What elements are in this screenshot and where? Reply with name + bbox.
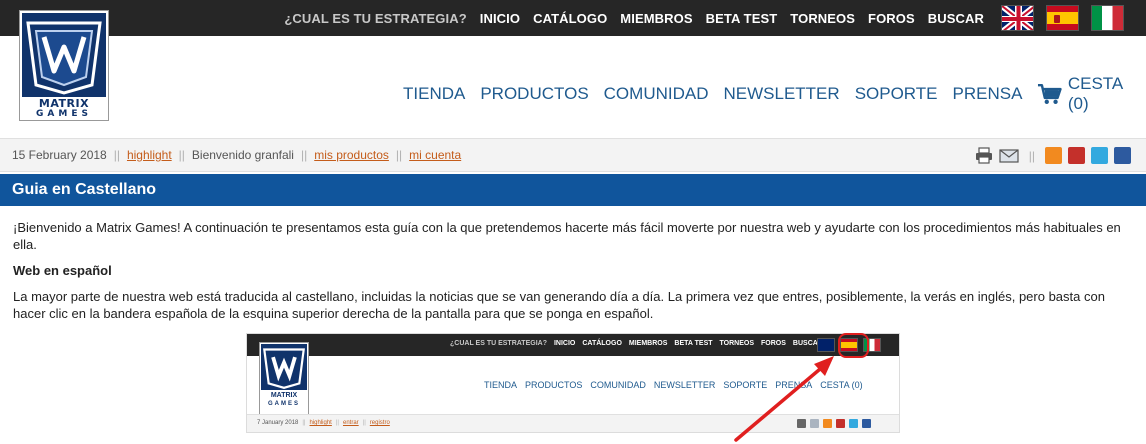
screenshot-nav-item: TORNEOS xyxy=(719,340,755,347)
top-nav-catalogo[interactable]: CATÁLOGO xyxy=(533,11,607,26)
screenshot-logo: MATRIX GAMES xyxy=(259,342,309,416)
tools-icons: || xyxy=(975,147,1131,164)
top-nav-miembros[interactable]: MIEMBROS xyxy=(620,11,692,26)
spain-flag-icon[interactable] xyxy=(1046,5,1079,31)
page-title-bar: Guia en Castellano xyxy=(0,174,1146,206)
current-date: 15 February 2018 xyxy=(12,148,107,162)
separator: || xyxy=(335,420,339,426)
top-nav-buscar[interactable]: BUSCAR xyxy=(928,11,984,26)
main-nav-soporte[interactable]: SOPORTE xyxy=(855,84,938,104)
screenshot-main-nav-item: TIENDA xyxy=(484,380,518,390)
user-links: 15 February 2018 || highlight || Bienven… xyxy=(12,148,461,162)
top-nav-inicio[interactable]: INICIO xyxy=(480,11,520,26)
screenshot-nav-item: FOROS xyxy=(761,340,786,347)
twitter-icon[interactable] xyxy=(1091,147,1108,164)
my-account-link[interactable]: mi cuenta xyxy=(409,148,461,162)
screenshot-enter-link: entrar xyxy=(342,420,359,426)
info-strip: 15 February 2018 || highlight || Bienven… xyxy=(0,138,1146,172)
top-bar: ¿CUAL ES TU ESTRATEGIA? INICIO CATÁLOGO … xyxy=(0,0,1146,36)
highlight-link[interactable]: highlight xyxy=(127,148,172,162)
page-title: Guia en Castellano xyxy=(12,181,157,198)
email-icon[interactable] xyxy=(999,148,1019,164)
screenshot-main-nav-item: COMUNIDAD xyxy=(590,380,646,390)
section-paragraph: La mayor parte de nuestra web está tradu… xyxy=(13,289,1105,321)
print-icon[interactable] xyxy=(975,147,993,164)
screenshot-nav-item: ¿CUAL ES TU ESTRATEGIA? xyxy=(450,340,547,347)
screenshot-date: 7 January 2018 xyxy=(257,420,299,426)
cart-link[interactable]: CESTA (0) xyxy=(1037,74,1146,114)
screenshot-facebook-icon xyxy=(862,419,871,428)
screenshot-main-nav-item: NEWSLETTER xyxy=(653,380,716,390)
screenshot-twitter-icon xyxy=(849,419,858,428)
logo-text-games: GAMES xyxy=(36,109,92,119)
screenshot-nav-item: INICIO xyxy=(553,340,576,347)
screenshot-logo-text: GAMES xyxy=(267,401,300,407)
intro-paragraph: ¡Bienvenido a Matrix Games! A continuaci… xyxy=(13,220,1121,252)
screenshot-logo-text: MATRIX xyxy=(270,392,298,399)
logo-emblem-icon xyxy=(22,13,106,97)
screenshot-main-nav-item: PRODUCTOS xyxy=(525,380,583,390)
top-nav-strategy[interactable]: ¿CUAL ES TU ESTRATEGIA? xyxy=(284,11,466,26)
top-nav-torneos[interactable]: TORNEOS xyxy=(790,11,855,26)
spain-flag-highlight-ring xyxy=(838,333,869,358)
separator: || xyxy=(302,420,306,426)
main-nav-newsletter[interactable]: NEWSLETTER xyxy=(724,84,840,104)
top-nav-beta-test[interactable]: BETA TEST xyxy=(706,11,778,26)
cart-label: CESTA (0) xyxy=(1067,74,1123,113)
separator: || xyxy=(362,420,366,426)
youtube-icon[interactable] xyxy=(1068,147,1085,164)
section-heading: Web en español xyxy=(13,263,112,278)
facebook-icon[interactable] xyxy=(1114,147,1131,164)
separator: || xyxy=(1028,148,1035,163)
screenshot-user-links: 7 January 2018 || highlight || entrar ||… xyxy=(257,420,390,426)
separator: || xyxy=(300,148,308,162)
screenshot-highlight-link: highlight xyxy=(309,420,332,426)
my-products-link[interactable]: mis productos xyxy=(314,148,389,162)
article-content: ¡Bienvenido a Matrix Games! A continuaci… xyxy=(13,219,1133,331)
main-nav-prensa[interactable]: PRENSA xyxy=(953,84,1023,104)
uk-flag-icon[interactable] xyxy=(1001,5,1034,31)
screenshot-logo-emblem-icon xyxy=(261,344,307,390)
screenshot-nav-item: MIEMBROS xyxy=(628,340,668,347)
main-nav-comunidad[interactable]: COMUNIDAD xyxy=(604,84,709,104)
cart-icon xyxy=(1038,83,1063,104)
matrix-games-logo[interactable]: MATRIX GAMES xyxy=(19,10,109,121)
annotation-arrow-icon xyxy=(734,356,834,442)
main-nav: TIENDA PRODUCTOS COMUNIDAD NEWSLETTER SO… xyxy=(403,74,1146,114)
separator: || xyxy=(113,148,120,162)
separator: || xyxy=(395,148,403,162)
screenshot-top-nav: ¿CUAL ES TU ESTRATEGIA? INICIO CATÁLOGO … xyxy=(450,340,830,347)
top-nav: ¿CUAL ES TU ESTRATEGIA? INICIO CATÁLOGO … xyxy=(271,0,984,36)
separator: || xyxy=(178,148,185,162)
screenshot-nav-item: BETA TEST xyxy=(674,340,713,347)
screenshot-register-link: registro xyxy=(369,420,390,426)
main-nav-tienda[interactable]: TIENDA xyxy=(403,84,465,104)
welcome-text: Bienvenido granfali xyxy=(191,148,294,162)
rss-icon[interactable] xyxy=(1045,147,1062,164)
top-nav-foros[interactable]: FOROS xyxy=(868,11,915,26)
language-flags xyxy=(1001,5,1124,31)
main-nav-productos[interactable]: PRODUCTOS xyxy=(480,84,588,104)
screenshot-nav-item: CATÁLOGO xyxy=(582,340,622,347)
italy-flag-icon[interactable] xyxy=(1091,5,1124,31)
